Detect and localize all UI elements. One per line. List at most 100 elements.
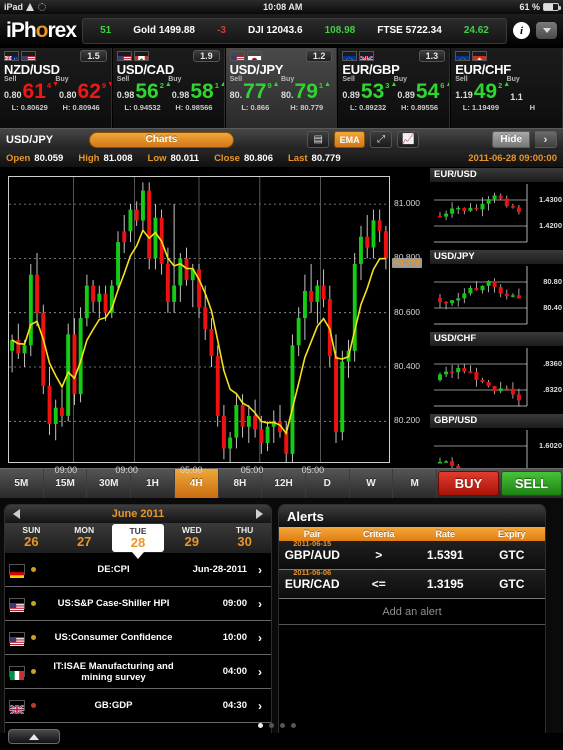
ticker-pair-label: USD/JPY: [229, 62, 284, 77]
mini-chart-body: .8360 .8320: [430, 346, 563, 414]
mini-chart-eur-usd[interactable]: EUR/USD 1.4300 1.4200: [430, 168, 563, 250]
chevron-right-icon[interactable]: ›: [253, 699, 267, 713]
mini-chart-gbp-usd[interactable]: GBP/USD 1.6020 1.5960: [430, 414, 563, 468]
ohlc-bar: Open 80.059 High 81.008 Low 80.011 Close…: [0, 150, 563, 168]
ticker-card-nzd-usd[interactable]: 1.5NZD/USDSellBuy0.80614▼0.80629▼L: 0.80…: [0, 48, 112, 128]
calendar-day-26[interactable]: SUN 26: [5, 523, 58, 553]
buy-price[interactable]: 80. 79 1 ▲: [281, 81, 332, 102]
ios-status-bar: iPad 10:08 AM 61 %: [0, 0, 563, 14]
page-dot-1[interactable]: [269, 723, 274, 728]
news-item-5: FTSE 5722.34: [377, 25, 442, 36]
flag-us-icon: [229, 51, 245, 61]
alert-date: 2011-06-06: [293, 568, 332, 577]
ticker-card-usd-jpy[interactable]: 1.2 USD/JPY Sell Buy 80. 77 9 ▲ 80. 79 1 ▲ L: 0.866 H…: [225, 48, 338, 128]
info-icon[interactable]: i: [513, 22, 530, 39]
chart-timestamp: 2011-06-28 09:00:00: [468, 153, 557, 164]
buy-price[interactable]: 0.89546▲: [397, 81, 449, 102]
main-candlestick-chart[interactable]: 81.00080.80080.60080.40080.200 80.779 09…: [0, 168, 430, 475]
ticker-card-eur-chf[interactable]: EUR/CHF Sell Buy 1.19 49 2 ▲ 1.1 L: 1.19499 H: [451, 48, 563, 128]
flag-us-icon: [116, 51, 132, 61]
flag-eu-icon: [455, 51, 471, 61]
mini-chart-usd-chf[interactable]: USD/CHF .8360 .8320: [430, 332, 563, 414]
calendar-day-30[interactable]: THU 30: [218, 523, 271, 553]
alert-row[interactable]: 2011-06-15 GBP/AUD >1.5391 GTC: [279, 539, 545, 570]
mini-charts-sidebar[interactable]: EUR/USD 1.4300 1.4200 USD/JPY 80.80 80.40 USD/…: [430, 168, 563, 468]
calendar-day-27[interactable]: MON 27: [58, 523, 111, 553]
sell-price[interactable]: 0.98 56 2 ▲: [117, 81, 172, 102]
chart-plot-area[interactable]: [8, 176, 390, 465]
sell-price[interactable]: 0.80 61 4 ▼: [4, 81, 59, 102]
mini-y-label: 1.4300: [539, 195, 562, 204]
calendar-event-row[interactable]: US:S&P Case-Shiller HPI 09:00 ›: [5, 587, 271, 621]
calendar-day-28[interactable]: TUE 28: [111, 524, 165, 552]
fullscreen-icon[interactable]: ⤢: [370, 131, 393, 148]
flag-gb-icon: [359, 51, 375, 61]
mini-chart-pair-label: USD/JPY: [430, 250, 563, 264]
sell-price[interactable]: 0.89 53 3 ▲: [342, 81, 397, 102]
grid-icon[interactable]: ▤: [307, 131, 330, 148]
alert-rate: 1.5391: [426, 548, 464, 562]
news-item-2: -3: [217, 25, 226, 36]
alert-expiry: GTC: [499, 577, 525, 591]
buy-button[interactable]: BUY: [438, 471, 499, 496]
buy-price[interactable]: 1.1: [510, 92, 558, 102]
x-tick-label: 09:00: [54, 465, 78, 475]
news-item-6: 24.62: [463, 25, 489, 36]
next-month-icon[interactable]: [256, 509, 263, 519]
chevron-right-icon[interactable]: ›: [253, 597, 267, 611]
calendar-event-row[interactable]: GB:GDP 04:30 ›: [5, 689, 271, 723]
alert-criteria: <=: [371, 577, 386, 591]
impact-dot: [31, 669, 36, 674]
ticker-card-eur-gbp[interactable]: 1.3EUR/GBPSellBuy0.89533▲0.89546▲L: 0.89…: [338, 48, 451, 128]
buy-price[interactable]: 0.98581▲: [172, 81, 224, 102]
sell-price[interactable]: 1.19 49 2 ▲: [455, 81, 510, 102]
calendar-day-29[interactable]: WED 29: [165, 523, 218, 553]
market-news-ticker[interactable]: 51 Gold 1499.88 -3 DJI 12043.6 108.98 FTSE 57…: [82, 17, 507, 44]
ticker-card-usd-cad[interactable]: 1.9USD/CADSellBuy0.98562▲0.98581▲L: 0.94…: [112, 48, 225, 128]
up-arrow-icon[interactable]: [8, 729, 60, 744]
chevron-right-icon[interactable]: ›: [253, 563, 267, 577]
chevron-down-icon[interactable]: [536, 22, 557, 39]
ticker-pair-label: EUR/CHF: [455, 62, 511, 77]
line-chart-icon[interactable]: 📈: [397, 131, 420, 148]
chevron-right-icon[interactable]: ›: [253, 631, 267, 645]
mini-chart-body: 1.4300 1.4200: [430, 182, 563, 250]
alert-criteria: >: [375, 548, 383, 562]
page-dot-3[interactable]: [291, 723, 296, 728]
sell-button[interactable]: SELL: [501, 471, 562, 496]
alerts-title: Alerts: [279, 505, 545, 527]
mini-y-label: 80.80: [543, 277, 562, 286]
news-item-1: Gold 1499.88: [133, 25, 195, 36]
add-alert-button[interactable]: Add an alert: [279, 599, 545, 625]
calendar-event-row[interactable]: US:Consumer Confidence 10:00 ›: [5, 621, 271, 655]
clock-label: 10:08 AM: [263, 2, 303, 12]
spread-value: 1.2: [305, 50, 333, 62]
high-value: 81.008: [103, 153, 133, 164]
prev-month-icon[interactable]: [13, 509, 20, 519]
event-name: US:Consumer Confidence: [54, 632, 173, 643]
ema-toggle-button[interactable]: EMA: [334, 131, 366, 148]
page-indicator-dots[interactable]: [258, 723, 296, 728]
page-dot-0[interactable]: [258, 723, 263, 728]
app-header: iPhorex 51 Gold 1499.88 -3 DJI 12043.6 108.9…: [0, 14, 563, 48]
chart-y-axis: 81.00080.80080.60080.40080.200: [394, 176, 430, 463]
event-time: 09:00: [222, 598, 247, 609]
page-dot-2[interactable]: [280, 723, 285, 728]
y-tick-label: 80.600: [394, 306, 420, 317]
x-tick-label: 05:00: [301, 465, 325, 475]
mini-chart-body: 80.80 80.40: [430, 264, 563, 332]
flag-ca-icon: [133, 51, 149, 61]
calendar-event-row[interactable]: IT:ISAE Manufacturing and mining survey 0…: [5, 655, 271, 689]
charts-tab-button[interactable]: Charts: [89, 131, 234, 148]
alert-pair: 2011-06-06 EUR/CAD: [279, 568, 346, 591]
mini-chart-pair-label: GBP/USD: [430, 414, 563, 428]
flag-gb-icon: [9, 700, 25, 715]
mini-y-label: 1.6020: [539, 441, 562, 450]
buy-price[interactable]: 0.80629▼: [59, 81, 111, 102]
hide-button[interactable]: Hide: [492, 131, 531, 148]
expand-arrow-icon[interactable]: ›: [535, 131, 558, 148]
sell-price[interactable]: 80. 77 9 ▲: [230, 81, 281, 102]
chevron-right-icon[interactable]: ›: [253, 665, 267, 679]
mini-chart-usd-jpy[interactable]: USD/JPY 80.80 80.40: [430, 250, 563, 332]
alert-row[interactable]: 2011-06-06 EUR/CAD <= 1.3195 GTC: [279, 568, 545, 599]
